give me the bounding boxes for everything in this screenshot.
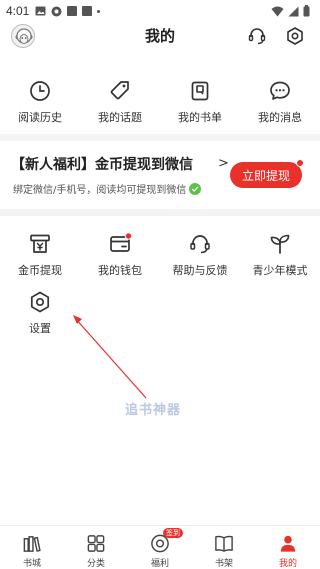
bookstore-icon (23, 536, 41, 552)
watermark: 追书神器 (125, 403, 182, 418)
checkin-badge: 签到 (163, 528, 183, 538)
bookshelf-icon (215, 535, 233, 552)
tab-bookstore[interactable]: 书城 (0, 526, 64, 569)
tab-category[interactable]: 分类 (64, 526, 128, 569)
tab-welfare[interactable]: 签到 福利 (128, 526, 192, 569)
tab-welfare-label: 福利 (150, 559, 169, 569)
category-icon (87, 535, 105, 552)
tab-profile-label: 我的 (278, 559, 297, 569)
tab-category-label: 分类 (86, 559, 105, 569)
profile-icon (280, 535, 296, 552)
bottom-tab-bar: 书城 分类 签到 福利 书架 我的 (0, 525, 320, 569)
tab-profile[interactable]: 我的 (256, 526, 320, 569)
tab-bookshelf-label: 书架 (214, 559, 233, 569)
tab-bookshelf[interactable]: 书架 (192, 526, 256, 569)
annotation-arrow (73, 315, 147, 399)
tab-bookstore-label: 书城 (22, 559, 41, 569)
